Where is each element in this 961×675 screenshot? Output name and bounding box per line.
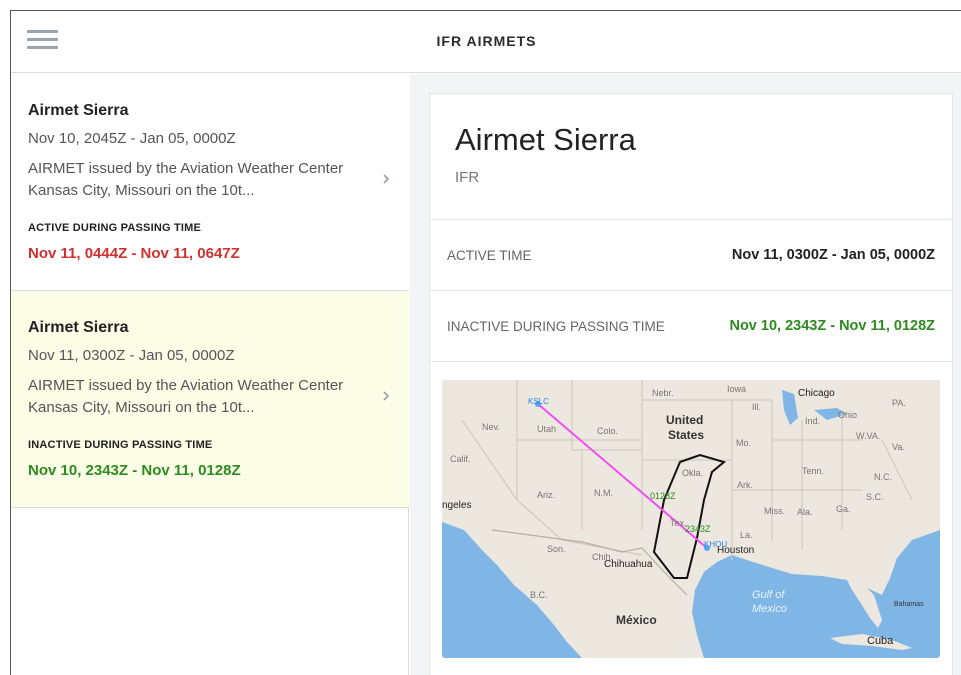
airmet-list-item[interactable]: Airmet Sierra Nov 10, 2045Z - Jan 05, 00…	[11, 74, 409, 291]
map-label-water: Mexico	[752, 603, 787, 615]
airmet-item-description: AIRMET issued by the Aviation Weather Ce…	[28, 158, 378, 202]
map-label-city: Chihuahua	[604, 559, 653, 570]
airmet-item-status-label: INACTIVE DURING PASSING TIME	[28, 439, 213, 451]
airmet-item-status-time: Nov 10, 2343Z - Nov 11, 0128Z	[28, 462, 241, 479]
airmet-item-title: Airmet Sierra	[28, 102, 129, 119]
airmet-list-item-selected[interactable]: Airmet Sierra Nov 11, 0300Z - Jan 05, 00…	[11, 291, 409, 508]
map-label: Ariz.	[537, 490, 555, 500]
airmet-item-dates: Nov 10, 2045Z - Jan 05, 0000Z	[28, 130, 236, 147]
map-label: Son.	[547, 544, 566, 554]
map-label: Colo.	[597, 426, 618, 436]
chevron-right-icon	[383, 391, 390, 401]
map-label: Ala.	[797, 507, 813, 517]
departure-label: KSLC	[528, 397, 549, 406]
map-label-country: Cuba	[867, 635, 894, 647]
detail-subtitle: IFR	[455, 169, 480, 186]
chevron-right-icon	[383, 174, 390, 184]
map-label: Ill.	[752, 402, 761, 412]
active-time-value: Nov 11, 0300Z - Jan 05, 0000Z	[731, 247, 935, 263]
airmet-item-status-label: ACTIVE DURING PASSING TIME	[28, 222, 202, 234]
map-label: B.C.	[530, 590, 548, 600]
airmet-map[interactable]: Nebr. Iowa Nev. Utah Colo. Calif. Ariz. …	[442, 380, 940, 658]
map-label: S.C.	[866, 492, 884, 502]
map-label: Utah	[537, 424, 556, 434]
airmet-item-description-line: Kansas City, Missouri on the 10t...	[28, 182, 255, 199]
airmet-item-description-line: AIRMET issued by the Aviation Weather Ce…	[28, 377, 344, 394]
inactive-time-label: INACTIVE DURING PASSING TIME	[447, 319, 665, 334]
detail-title: Airmet Sierra	[455, 122, 636, 157]
map-label-city: ngeles	[442, 500, 471, 511]
map-label: N.C.	[874, 472, 892, 482]
map-label: Nebr.	[652, 388, 674, 398]
map-label-country: United	[666, 413, 703, 427]
airmet-detail-card: Airmet Sierra IFR ACTIVE TIME Nov 11, 03…	[429, 93, 953, 675]
map-label-country: Bahamas	[894, 601, 924, 608]
waypoint-label: 0128Z	[650, 491, 676, 501]
map-label: Mo.	[736, 438, 751, 448]
app-window: IFR AIRMETS Airmet Sierra Nov 10, 2045Z …	[10, 10, 961, 675]
map-label: PA.	[892, 398, 906, 408]
airmet-item-description-line: AIRMET issued by the Aviation Weather Ce…	[28, 160, 344, 177]
airmet-item-description-line: Kansas City, Missouri on the 10t...	[28, 399, 255, 416]
airmet-list: Airmet Sierra Nov 10, 2045Z - Jan 05, 00…	[11, 74, 409, 675]
airmet-item-status-time: Nov 11, 0444Z - Nov 11, 0647Z	[28, 245, 240, 262]
top-bar: IFR AIRMETS	[11, 11, 961, 73]
map-label: Ind.	[805, 416, 820, 426]
map-label: Ga.	[836, 504, 851, 514]
map-label: La.	[740, 530, 753, 540]
map-label: Ohio	[838, 410, 857, 420]
divider	[430, 361, 952, 362]
airmet-item-dates: Nov 11, 0300Z - Jan 05, 0000Z	[28, 347, 235, 364]
map-label: Okla.	[682, 468, 703, 478]
map-label: W.VA.	[856, 431, 880, 441]
map-label: Va.	[892, 442, 905, 452]
detail-panel: Airmet Sierra IFR ACTIVE TIME Nov 11, 03…	[410, 74, 961, 675]
arrival-label: KHOU	[704, 540, 727, 549]
active-time-label: ACTIVE TIME	[447, 248, 532, 263]
map-label: Miss.	[764, 506, 785, 516]
waypoint-label: 2343Z	[685, 524, 711, 534]
map-label: Nev.	[482, 422, 500, 432]
map-label: Calif.	[450, 454, 471, 464]
map-label-country: México	[616, 613, 657, 627]
map-label: Tenn.	[802, 466, 824, 476]
map-label: N.M.	[594, 488, 613, 498]
map-label-city: Chicago	[798, 388, 835, 399]
airmet-item-description: AIRMET issued by the Aviation Weather Ce…	[28, 375, 378, 419]
map-label: Ark.	[737, 480, 753, 490]
inactive-time-value: Nov 10, 2343Z - Nov 11, 0128Z	[729, 318, 935, 334]
map-label: Iowa	[727, 384, 746, 394]
active-time-row: ACTIVE TIME Nov 11, 0300Z - Jan 05, 0000…	[430, 219, 952, 290]
map-label-country: States	[668, 428, 704, 442]
page-title: IFR AIRMETS	[436, 33, 537, 49]
map-label-water: Gulf of	[752, 589, 785, 601]
airmet-item-title: Airmet Sierra	[28, 319, 129, 336]
inactive-time-row: INACTIVE DURING PASSING TIME Nov 10, 234…	[430, 290, 952, 361]
